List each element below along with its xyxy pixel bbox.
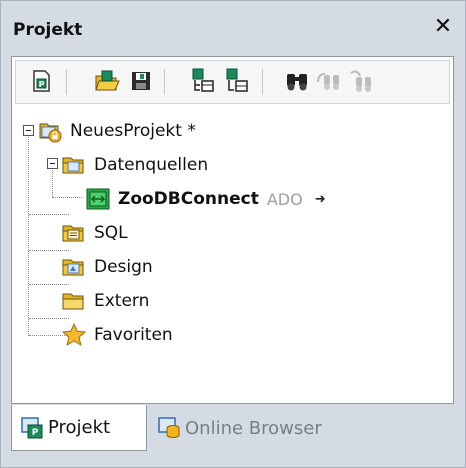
panel-tabs: P Projekt Online Browser (11, 405, 454, 455)
tree-item-sql[interactable]: SQL (61, 218, 128, 248)
tree-label-sql: SQL (94, 223, 128, 243)
tree-label-design: Design (94, 257, 153, 277)
collapse-datasources-toggle[interactable] (47, 158, 58, 169)
replace-icon[interactable] (348, 68, 374, 94)
tree-label-favorites: Favoriten (94, 325, 173, 345)
folder-icon (61, 152, 87, 178)
find-next-icon[interactable] (316, 68, 342, 94)
tab-label-projekt: Projekt (48, 417, 111, 438)
project-tab-icon: P (20, 416, 44, 440)
folder-icon (61, 288, 87, 314)
connection-type-label: ADO (266, 189, 303, 209)
tree-item-root[interactable]: NeuesProjekt * (37, 116, 196, 146)
new-project-icon[interactable]: P (28, 68, 54, 94)
add-to-project-icon[interactable] (190, 68, 216, 94)
online-browser-icon (157, 416, 181, 440)
panel-content: P NeuesProjekt * Datenquellen ZooDBConne… (11, 56, 454, 404)
svg-text:P: P (39, 80, 45, 89)
tab-projekt[interactable]: P Projekt (11, 405, 147, 451)
tree-item-favorites[interactable]: Favoriten (61, 320, 173, 350)
project-panel: Projekt ✕ P NeuesProjekt * Datenquellen … (0, 0, 466, 468)
collapse-root-toggle[interactable] (23, 125, 34, 136)
folder-icon (61, 254, 87, 280)
save-project-icon[interactable] (128, 68, 154, 94)
project-tree: NeuesProjekt * Datenquellen ZooDBConnect… (12, 107, 452, 397)
close-icon[interactable]: ✕ (433, 15, 453, 39)
panel-title: Projekt (13, 20, 83, 40)
folder-icon (61, 220, 87, 246)
tab-label-online-browser: Online Browser (185, 417, 322, 439)
arrow-right-icon: ➜ (314, 191, 326, 207)
tab-online-browser[interactable]: Online Browser (149, 405, 409, 451)
tree-item-connection[interactable]: ZooDBConnect ADO ➜ (85, 184, 326, 214)
tree-item-design[interactable]: Design (61, 252, 153, 282)
tree-label-datasources: Datenquellen (94, 155, 209, 175)
tree-item-extern[interactable]: Extern (61, 286, 149, 316)
tree-label-connection: ZooDBConnect (118, 189, 259, 209)
star-icon (61, 322, 87, 348)
tree-label-extern: Extern (94, 291, 150, 311)
db-connection-icon (85, 186, 111, 212)
open-project-icon[interactable] (94, 68, 120, 94)
project-icon (37, 118, 63, 144)
project-toolbar: P (15, 60, 450, 104)
tree-label-root: NeuesProjekt * (70, 121, 196, 141)
find-icon[interactable] (284, 68, 310, 94)
tree-item-datasources[interactable]: Datenquellen (61, 150, 208, 180)
svg-text:P: P (32, 428, 39, 438)
panel-titlebar: Projekt ✕ (1, 1, 465, 53)
add-active-file-icon[interactable] (224, 68, 250, 94)
